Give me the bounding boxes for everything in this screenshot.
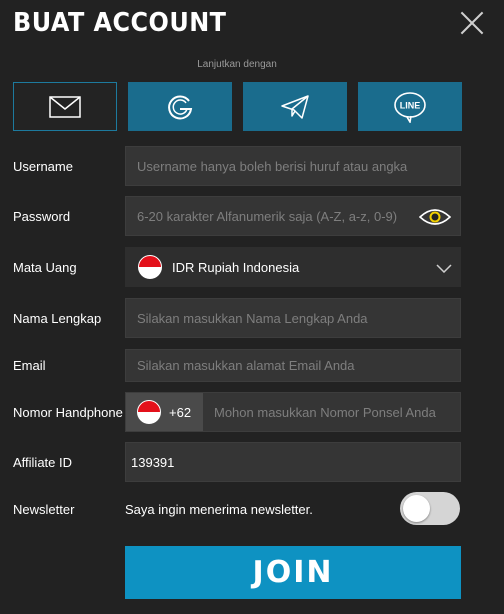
- password-input[interactable]: 6-20 karakter Alfanumerik saja (A-Z, a-z…: [125, 196, 461, 236]
- show-password-eye-icon[interactable]: [419, 208, 451, 226]
- currency-label: Mata Uang: [13, 260, 77, 275]
- password-label: Password: [13, 209, 71, 224]
- username-label: Username: [13, 159, 73, 174]
- email-label: Email: [13, 358, 46, 373]
- fullname-label: Nama Lengkap: [13, 311, 102, 326]
- social-login-label: Lanjutkan dengan: [197, 59, 277, 70]
- currency-value: IDR Rupiah Indonesia: [172, 259, 300, 275]
- page-title: BUAT ACCOUNT: [13, 8, 227, 38]
- indonesia-flag-icon: [137, 400, 161, 424]
- phone-label: Nomor Handphone: [13, 405, 123, 420]
- newsletter-text: Saya ingin menerima newsletter.: [125, 502, 313, 517]
- currency-select[interactable]: IDR Rupiah Indonesia: [125, 247, 461, 287]
- phone-input[interactable]: +62 Mohon masukkan Nomor Ponsel Anda: [125, 392, 461, 432]
- newsletter-toggle[interactable]: [400, 492, 460, 525]
- line-icon: LINE: [394, 91, 426, 123]
- chevron-down-icon: [436, 264, 452, 273]
- telegram-signup-button[interactable]: [243, 82, 347, 131]
- email-placeholder: Silakan masukkan alamat Email Anda: [137, 358, 355, 373]
- newsletter-label: Newsletter: [13, 502, 75, 517]
- indonesia-flag-icon: [138, 255, 162, 279]
- envelope-icon: [49, 95, 81, 118]
- email-input[interactable]: Silakan masukkan alamat Email Anda: [125, 349, 461, 382]
- line-signup-button[interactable]: LINE: [358, 82, 462, 131]
- fullname-placeholder: Silakan masukkan Nama Lengkap Anda: [137, 310, 368, 326]
- join-button[interactable]: JOIN: [125, 546, 461, 599]
- affiliate-label: Affiliate ID: [13, 455, 73, 470]
- affiliate-value: 139391: [131, 454, 175, 470]
- username-placeholder: Username hanya boleh berisi huruf atau a…: [137, 158, 408, 174]
- country-code-select[interactable]: +62: [126, 393, 203, 431]
- password-placeholder: 6-20 karakter Alfanumerik saja (A-Z, a-z…: [137, 208, 398, 224]
- google-icon: [168, 94, 193, 119]
- telegram-icon: [281, 94, 309, 119]
- fullname-input[interactable]: Silakan masukkan Nama Lengkap Anda: [125, 298, 461, 338]
- affiliate-input[interactable]: 139391: [125, 442, 461, 482]
- username-input[interactable]: Username hanya boleh berisi huruf atau a…: [125, 146, 461, 186]
- line-icon-text: LINE: [400, 100, 421, 110]
- google-signup-button[interactable]: [128, 82, 232, 131]
- phone-placeholder: Mohon masukkan Nomor Ponsel Anda: [214, 404, 436, 420]
- country-code: +62: [169, 404, 192, 420]
- email-signup-button[interactable]: [13, 82, 117, 131]
- close-icon[interactable]: [459, 10, 485, 36]
- toggle-knob: [403, 495, 430, 522]
